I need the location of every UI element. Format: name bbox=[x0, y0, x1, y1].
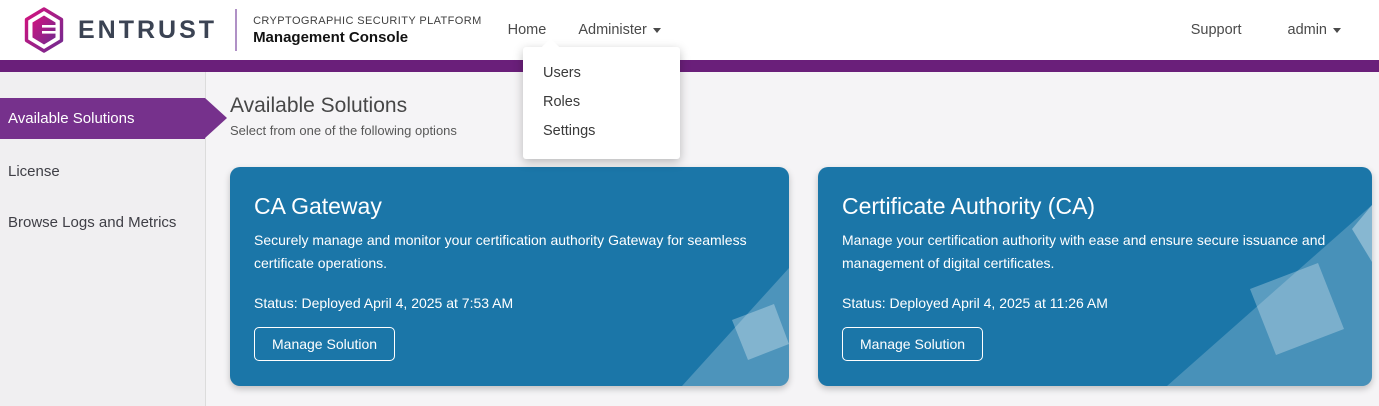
administer-dropdown-menu: Users Roles Settings bbox=[523, 47, 680, 159]
card-status: Status: Deployed April 4, 2025 at 7:53 A… bbox=[254, 295, 763, 311]
nav-administer[interactable]: Administer bbox=[578, 22, 661, 38]
menu-item-roles[interactable]: Roles bbox=[523, 88, 680, 117]
nav-admin-label: admin bbox=[1288, 22, 1328, 38]
menu-item-settings[interactable]: Settings bbox=[523, 117, 680, 146]
platform-label: CRYPTOGRAPHIC SECURITY PLATFORM bbox=[253, 15, 482, 27]
accent-bar bbox=[0, 60, 1379, 72]
card-title: Certificate Authority (CA) bbox=[842, 193, 1346, 220]
right-nav: Support admin bbox=[1191, 22, 1341, 38]
card-status: Status: Deployed April 4, 2025 at 11:26 … bbox=[842, 295, 1346, 311]
chevron-down-icon bbox=[1333, 28, 1341, 33]
sidebar: Available Solutions License Browse Logs … bbox=[0, 72, 206, 406]
brand-logo[interactable]: ENTRUST bbox=[22, 6, 217, 54]
chevron-down-icon bbox=[653, 28, 661, 33]
product-title: CRYPTOGRAPHIC SECURITY PLATFORM Manageme… bbox=[253, 15, 482, 46]
brand-wordmark: ENTRUST bbox=[78, 16, 217, 45]
page-subtitle: Select from one of the following options bbox=[230, 123, 1379, 138]
brand-divider bbox=[235, 9, 237, 51]
nav-home[interactable]: Home bbox=[508, 22, 547, 38]
header: ENTRUST CRYPTOGRAPHIC SECURITY PLATFORM … bbox=[0, 0, 1379, 60]
nav-admin-menu[interactable]: admin bbox=[1288, 22, 1342, 38]
nav-administer-label: Administer bbox=[578, 22, 647, 38]
sidebar-item-browse-logs-and-metrics[interactable]: Browse Logs and Metrics bbox=[0, 202, 205, 243]
console-label: Management Console bbox=[253, 29, 482, 46]
card-certificate-authority: Certificate Authority (CA) Manage your c… bbox=[818, 167, 1372, 386]
nav-support[interactable]: Support bbox=[1191, 22, 1242, 38]
page-title: Available Solutions bbox=[230, 94, 1379, 118]
manage-solution-button[interactable]: Manage Solution bbox=[842, 327, 983, 361]
content-area: Available Solutions License Browse Logs … bbox=[0, 72, 1379, 406]
card-description: Securely manage and monitor your certifi… bbox=[254, 229, 763, 275]
solution-cards: CA Gateway Securely manage and monitor y… bbox=[230, 167, 1379, 386]
menu-item-users[interactable]: Users bbox=[523, 59, 680, 88]
sidebar-item-available-solutions[interactable]: Available Solutions bbox=[0, 98, 205, 139]
card-description: Manage your certification authority with… bbox=[842, 229, 1346, 275]
card-ca-gateway: CA Gateway Securely manage and monitor y… bbox=[230, 167, 789, 386]
main-panel: Available Solutions Select from one of t… bbox=[206, 72, 1379, 406]
sidebar-item-license[interactable]: License bbox=[0, 151, 205, 192]
card-title: CA Gateway bbox=[254, 193, 763, 220]
manage-solution-button[interactable]: Manage Solution bbox=[254, 327, 395, 361]
entrust-logo-icon bbox=[22, 6, 66, 54]
main-nav: Home Administer bbox=[508, 22, 661, 38]
